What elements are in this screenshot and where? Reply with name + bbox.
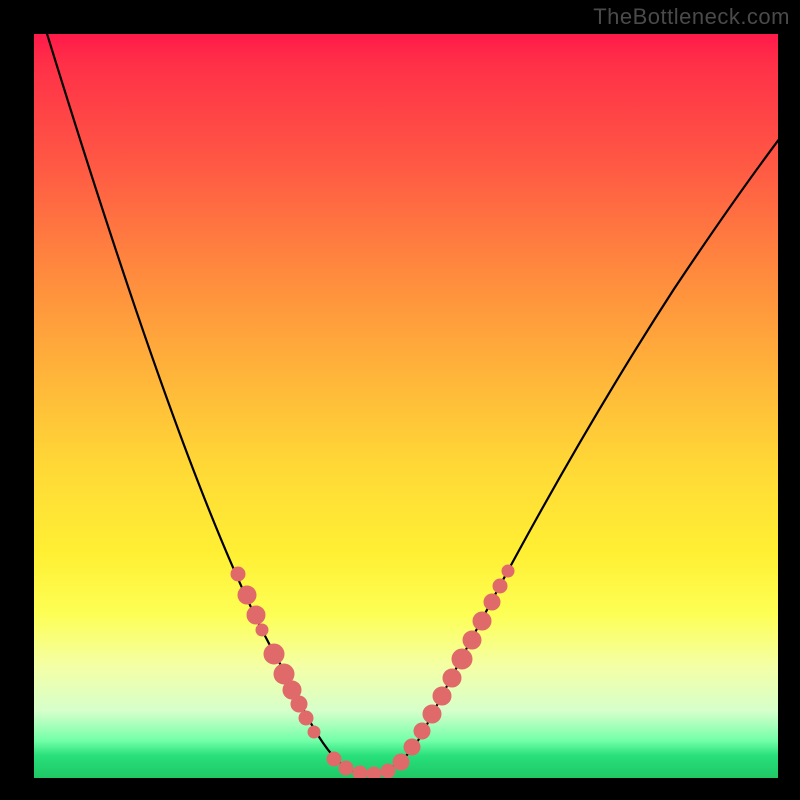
marker-dot — [308, 726, 320, 738]
marker-dot — [381, 764, 395, 778]
marker-dot — [473, 612, 491, 630]
marker-dot — [493, 579, 507, 593]
marker-dot — [339, 761, 353, 775]
right-markers-group — [327, 565, 514, 778]
marker-dot — [291, 696, 307, 712]
marker-dot — [231, 567, 245, 581]
marker-dot — [238, 586, 256, 604]
marker-dot — [393, 754, 409, 770]
marker-dot — [414, 723, 430, 739]
marker-dot — [463, 631, 481, 649]
left-markers-group — [231, 567, 320, 738]
plot-area — [34, 34, 778, 778]
chart-frame: TheBottleneck.com — [0, 0, 800, 800]
marker-dot — [484, 594, 500, 610]
marker-dot — [247, 606, 265, 624]
marker-dot — [443, 669, 461, 687]
marker-dot — [353, 766, 367, 778]
watermark-text: TheBottleneck.com — [593, 4, 790, 30]
marker-dot — [256, 624, 268, 636]
marker-dot — [367, 767, 381, 778]
marker-dot — [264, 644, 284, 664]
marker-dot — [327, 752, 341, 766]
marker-dot — [502, 565, 514, 577]
bottleneck-curve-path — [44, 34, 778, 773]
marker-dot — [452, 649, 472, 669]
marker-dot — [404, 739, 420, 755]
marker-dot — [433, 687, 451, 705]
marker-dot — [299, 711, 313, 725]
curve-svg — [34, 34, 778, 778]
marker-dot — [423, 705, 441, 723]
